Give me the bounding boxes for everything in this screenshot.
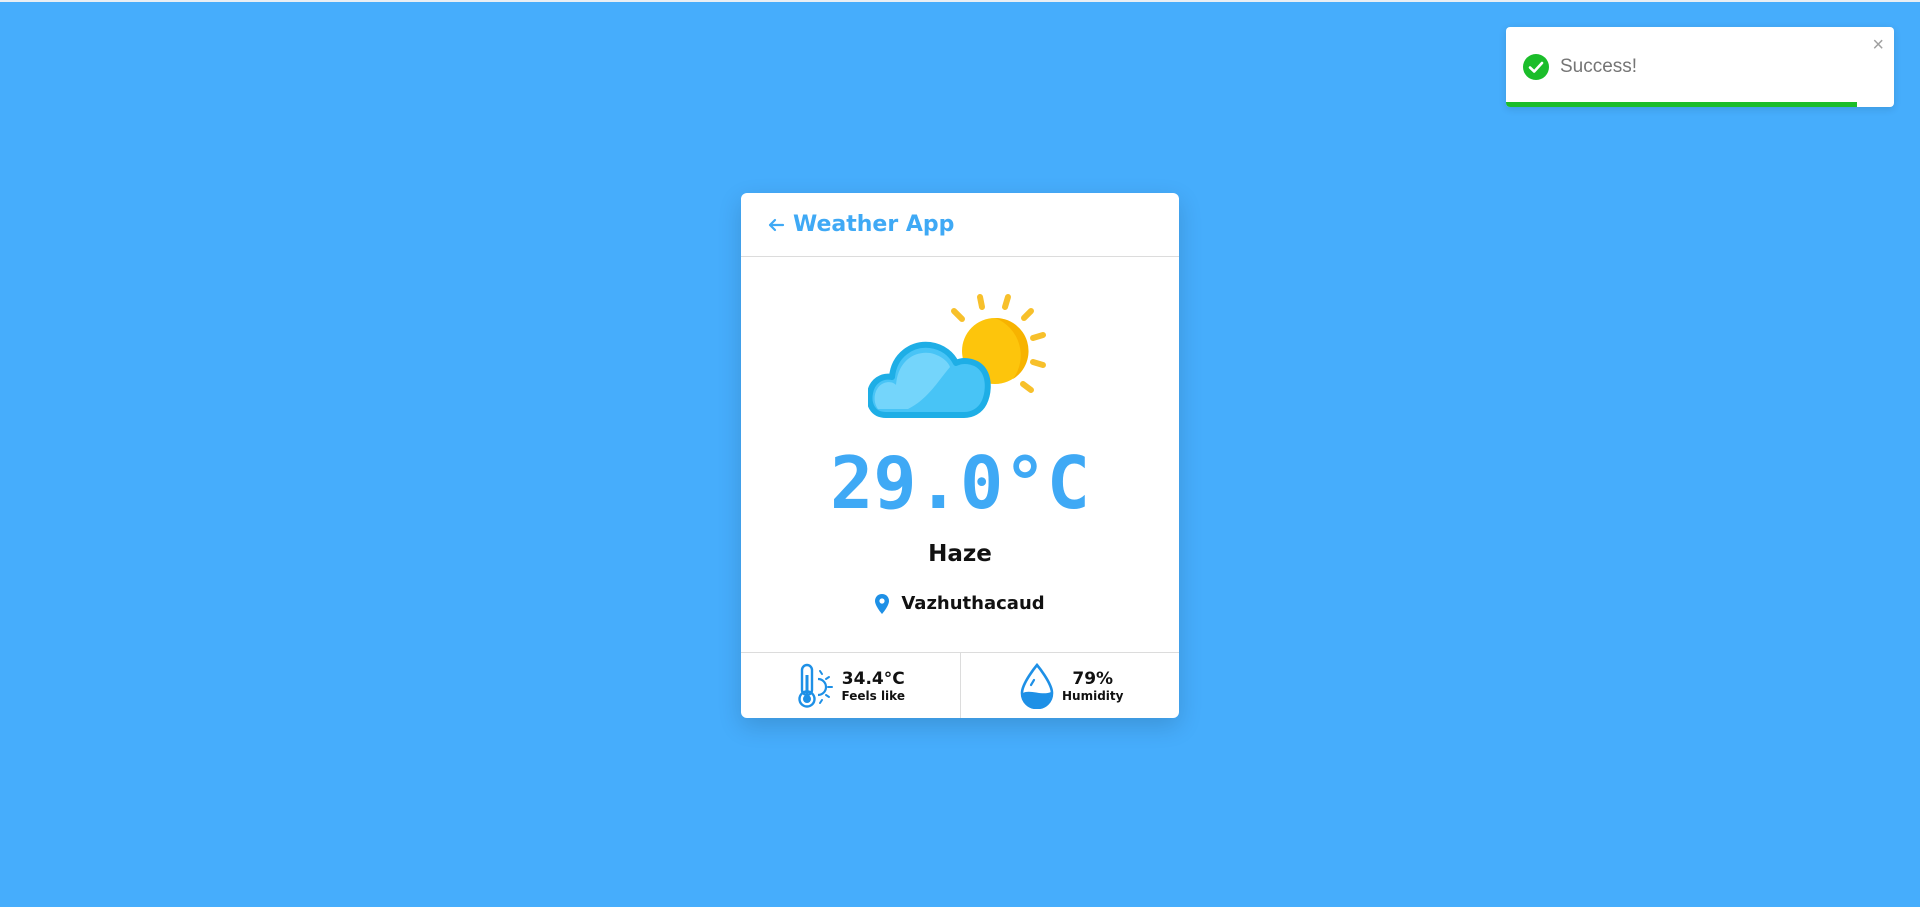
arrow-left-icon[interactable]	[767, 216, 785, 234]
top-border	[0, 0, 1920, 2]
app-title: Weather App	[793, 212, 955, 237]
water-drop-icon	[1016, 662, 1058, 709]
humidity-text: 79% Humidity	[1062, 669, 1123, 703]
toast-close-button[interactable]: ×	[1872, 35, 1884, 55]
toast-message: Success!	[1560, 56, 1638, 77]
weather-condition: Haze	[928, 541, 992, 567]
feels-like-label: Feels like	[841, 688, 905, 703]
thermometer-sun-icon	[796, 663, 838, 709]
check-circle-icon	[1523, 54, 1549, 80]
weather-card: Weather App 29.0°C Haze Vazhuthacaud 34.…	[741, 193, 1179, 718]
map-pin-icon	[875, 593, 890, 614]
location: Vazhuthacaud	[741, 593, 1179, 614]
feels-like-text: 34.4°C Feels like	[842, 669, 905, 703]
partly-cloudy-icon	[866, 291, 1048, 421]
card-footer: 34.4°C Feels like 79% Humidity	[741, 652, 1179, 718]
card-header: Weather App	[741, 193, 1179, 257]
humidity-stat: 79% Humidity	[959, 653, 1180, 718]
success-toast: Success! ×	[1506, 27, 1894, 107]
humidity-label: Humidity	[1062, 688, 1124, 703]
feels-like-value: 34.4°C	[841, 668, 905, 689]
location-name: Vazhuthacaud	[901, 593, 1045, 614]
feels-like-stat: 34.4°C Feels like	[741, 653, 960, 718]
humidity-value: 79%	[1072, 668, 1114, 689]
temperature: 29.0°C	[829, 441, 1091, 525]
toast-progress-bar	[1506, 102, 1858, 107]
